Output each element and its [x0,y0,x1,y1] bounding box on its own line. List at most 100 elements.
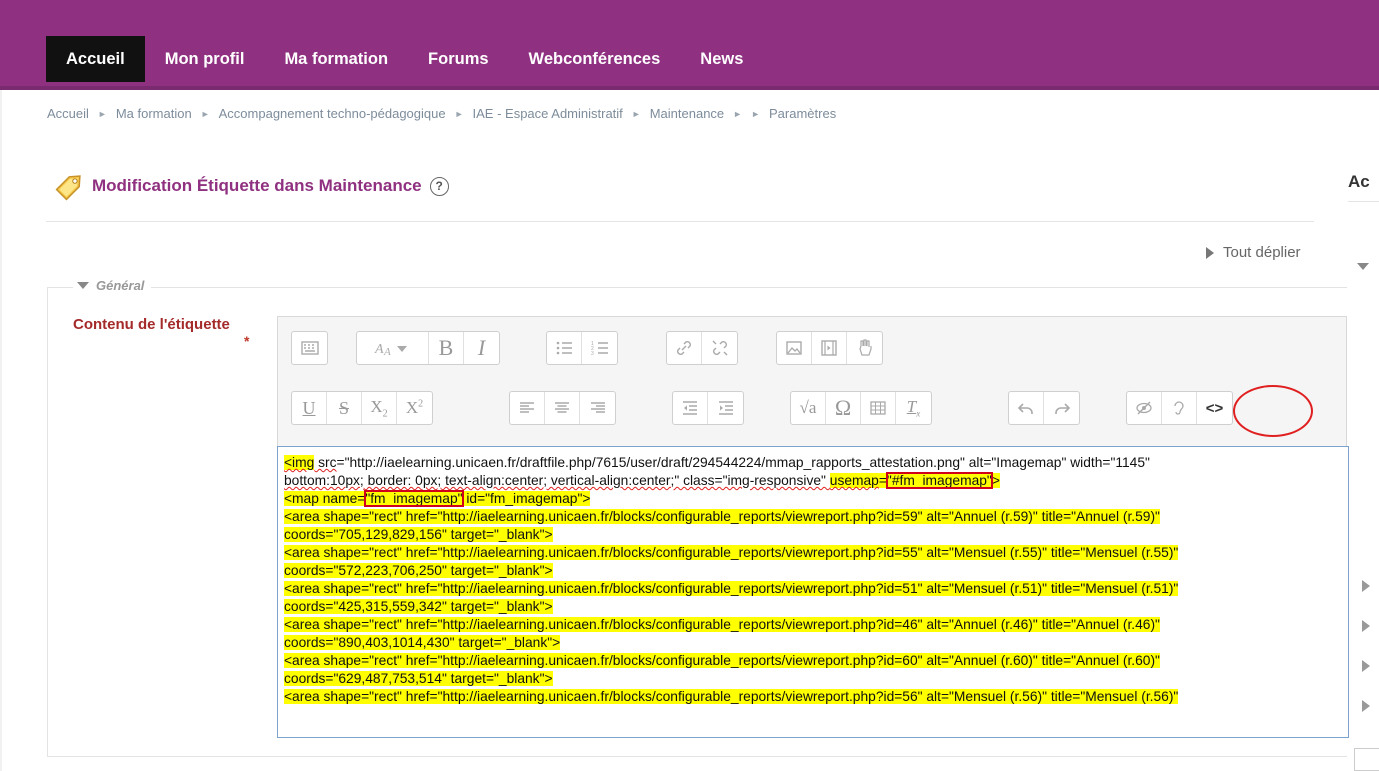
underline-icon: U [302,397,316,418]
side-block-divider [1348,201,1379,202]
equation-icon: √a [799,398,817,417]
breadcrumb-item[interactable]: Accueil [47,106,89,121]
side-panel-box [1354,748,1379,771]
breadcrumb-separator-icon: ► [97,108,107,119]
font-style-button[interactable]: AA [357,332,429,364]
ordered-list-button[interactable]: 123 [582,332,617,364]
image-button[interactable] [777,332,812,364]
code-token: ="http://iaelearning.unicaen.fr/draftfil… [336,455,1150,470]
redo-button[interactable] [1044,392,1079,424]
code-token: <img [284,455,315,470]
superscript-icon: X2 [405,398,424,417]
breadcrumb-separator-icon: ► [454,108,464,119]
page-left-border [0,90,2,771]
side-arrow-icon [1362,580,1370,592]
outdent-button[interactable] [673,392,708,424]
code-line: <area shape="rect" href="http://iaelearn… [278,508,1348,526]
editor-toolbar: AA B I 123 U S X2 X2 √a Ω Tx <> [277,316,1347,446]
toolbar-group-insert: √a Ω Tx [790,391,932,425]
toolbar-group-toggle [291,331,328,365]
help-icon[interactable]: ? [429,176,449,196]
nav-accueil[interactable]: Accueil [46,36,145,82]
screenreader-helper-button[interactable] [1162,392,1197,424]
code-token: border: 0px; [363,473,442,488]
nav-mon-profil[interactable]: Mon profil [145,36,265,82]
code-token: <area shape="rect" href="http://iaelearn… [284,581,1179,596]
indent-button[interactable] [708,392,743,424]
side-arrow-icon [1362,700,1370,712]
align-center-button[interactable] [545,392,580,424]
table-button[interactable] [861,392,896,424]
subscript-icon: X2 [370,396,388,420]
strikethrough-icon: S [338,397,349,418]
nav-webconferences[interactable]: Webconférences [509,36,681,82]
html-source-icon: <> [1205,399,1224,417]
code-line: <area shape="rect" href="http://iaelearn… [278,544,1348,562]
outdent-icon [683,401,697,415]
link-button[interactable] [667,332,702,364]
unordered-list-icon [556,341,572,355]
bold-button[interactable]: B [429,332,464,364]
code-token: coords="890,403,1014,430" target="_blank… [284,635,561,650]
breadcrumb: Accueil ► Ma formation ► Accompagnement … [47,106,836,121]
nav-news[interactable]: News [680,36,763,82]
paste-button[interactable] [847,332,882,364]
collapse-arrow-icon [77,282,89,289]
side-collapse-icon[interactable] [1357,263,1369,270]
subscript-button[interactable]: X2 [362,392,397,424]
italic-button[interactable]: I [464,332,499,364]
equation-button[interactable]: √a [791,392,826,424]
undo-icon [1017,403,1033,414]
breadcrumb-separator-icon: ► [733,108,743,119]
clear-format-button[interactable]: Tx [896,392,931,424]
special-char-button[interactable]: Ω [826,392,861,424]
breadcrumb-item-current: Paramètres [769,106,837,121]
annotation-circle [1233,385,1313,437]
nav-forums[interactable]: Forums [408,36,509,82]
media-button[interactable] [812,332,847,364]
accessibility-checker-button[interactable] [1127,392,1162,424]
unordered-list-button[interactable] [547,332,582,364]
side-arrow-icon [1362,660,1370,672]
code-token: <area shape="rect" href="http://iaelearn… [284,689,1179,704]
unlink-button[interactable] [702,332,737,364]
code-token: usemap [829,473,879,488]
svg-text:A: A [383,346,391,358]
breadcrumb-item[interactable]: Maintenance [650,106,724,121]
underline-button[interactable]: U [292,392,327,424]
breadcrumb-item[interactable]: Ma formation [116,106,192,121]
breadcrumb-separator-icon: ► [631,108,641,119]
code-token: <area shape="rect" href="http://iaelearn… [284,617,1160,632]
expand-all-link[interactable]: Tout déplier [1206,244,1301,261]
indent-icon [718,401,733,415]
breadcrumb-item[interactable]: IAE - Espace Administratif [473,106,623,121]
general-section-toggle[interactable]: Général [73,278,152,293]
toolbar-toggle-icon [300,341,319,355]
code-token: bottom:10px; [284,473,364,488]
html-source-button[interactable]: <> [1197,392,1232,424]
align-right-icon [590,402,605,413]
code-token: coords="705,129,829,156" target="_blank"… [284,527,553,542]
breadcrumb-item[interactable]: Accompagnement techno-pédagogique [219,106,446,121]
code-line: bottom:10px; border: 0px; text-align:cen… [278,472,1348,490]
table-icon [870,401,886,415]
code-token: coords="425,315,559,342" target="_blank"… [284,599,553,614]
code-token: id="fm_imagemap"> [462,491,591,506]
page-header: Modification Étiquette dans Maintenance … [52,166,449,206]
strikethrough-button[interactable]: S [327,392,362,424]
code-line: coords="629,487,753,514" target="_blank"… [278,670,1348,688]
section-legend: Général [96,278,145,293]
align-left-button[interactable] [510,392,545,424]
image-icon [786,341,802,355]
align-right-button[interactable] [580,392,615,424]
nav-ma-formation[interactable]: Ma formation [264,36,408,82]
page-title: Modification Étiquette dans Maintenance [92,176,422,195]
undo-button[interactable] [1009,392,1044,424]
toolbar-group-media [776,331,883,365]
code-token: coords="572,223,706,250" target="_blank"… [284,563,553,578]
toolbar-group-links [666,331,738,365]
paste-icon [858,339,872,356]
toolbar-toggle-button[interactable] [292,332,327,364]
html-source-editor[interactable]: <img src="http://iaelearning.unicaen.fr/… [277,446,1349,738]
superscript-button[interactable]: X2 [397,392,432,424]
